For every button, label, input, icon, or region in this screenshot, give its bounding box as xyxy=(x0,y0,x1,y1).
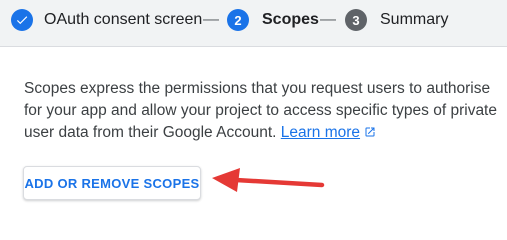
step-1-label: OAuth consent screen xyxy=(44,11,203,28)
step-3-label: Summary xyxy=(380,11,449,28)
step-2-label: Scopes xyxy=(262,11,319,28)
step-3-number: 3 xyxy=(345,9,367,31)
scopes-description: Scopes express the permissions that you … xyxy=(24,78,499,145)
description-text: Scopes express the permissions that you … xyxy=(24,80,497,141)
learn-more-label: Learn more xyxy=(280,124,361,141)
annotation-arrow-icon xyxy=(212,168,325,192)
stepper: OAuth consent screen — 2 Scopes — 3 Summ… xyxy=(0,0,507,47)
step-separator: — xyxy=(203,11,219,28)
step-1-check-icon xyxy=(11,9,33,31)
step-separator: — xyxy=(320,11,336,28)
add-or-remove-scopes-button[interactable]: ADD OR REMOVE SCOPES xyxy=(23,166,201,200)
learn-more-link[interactable]: Learn more xyxy=(281,124,360,141)
step-2-number: 2 xyxy=(227,9,249,31)
open-in-new-icon xyxy=(364,123,376,145)
